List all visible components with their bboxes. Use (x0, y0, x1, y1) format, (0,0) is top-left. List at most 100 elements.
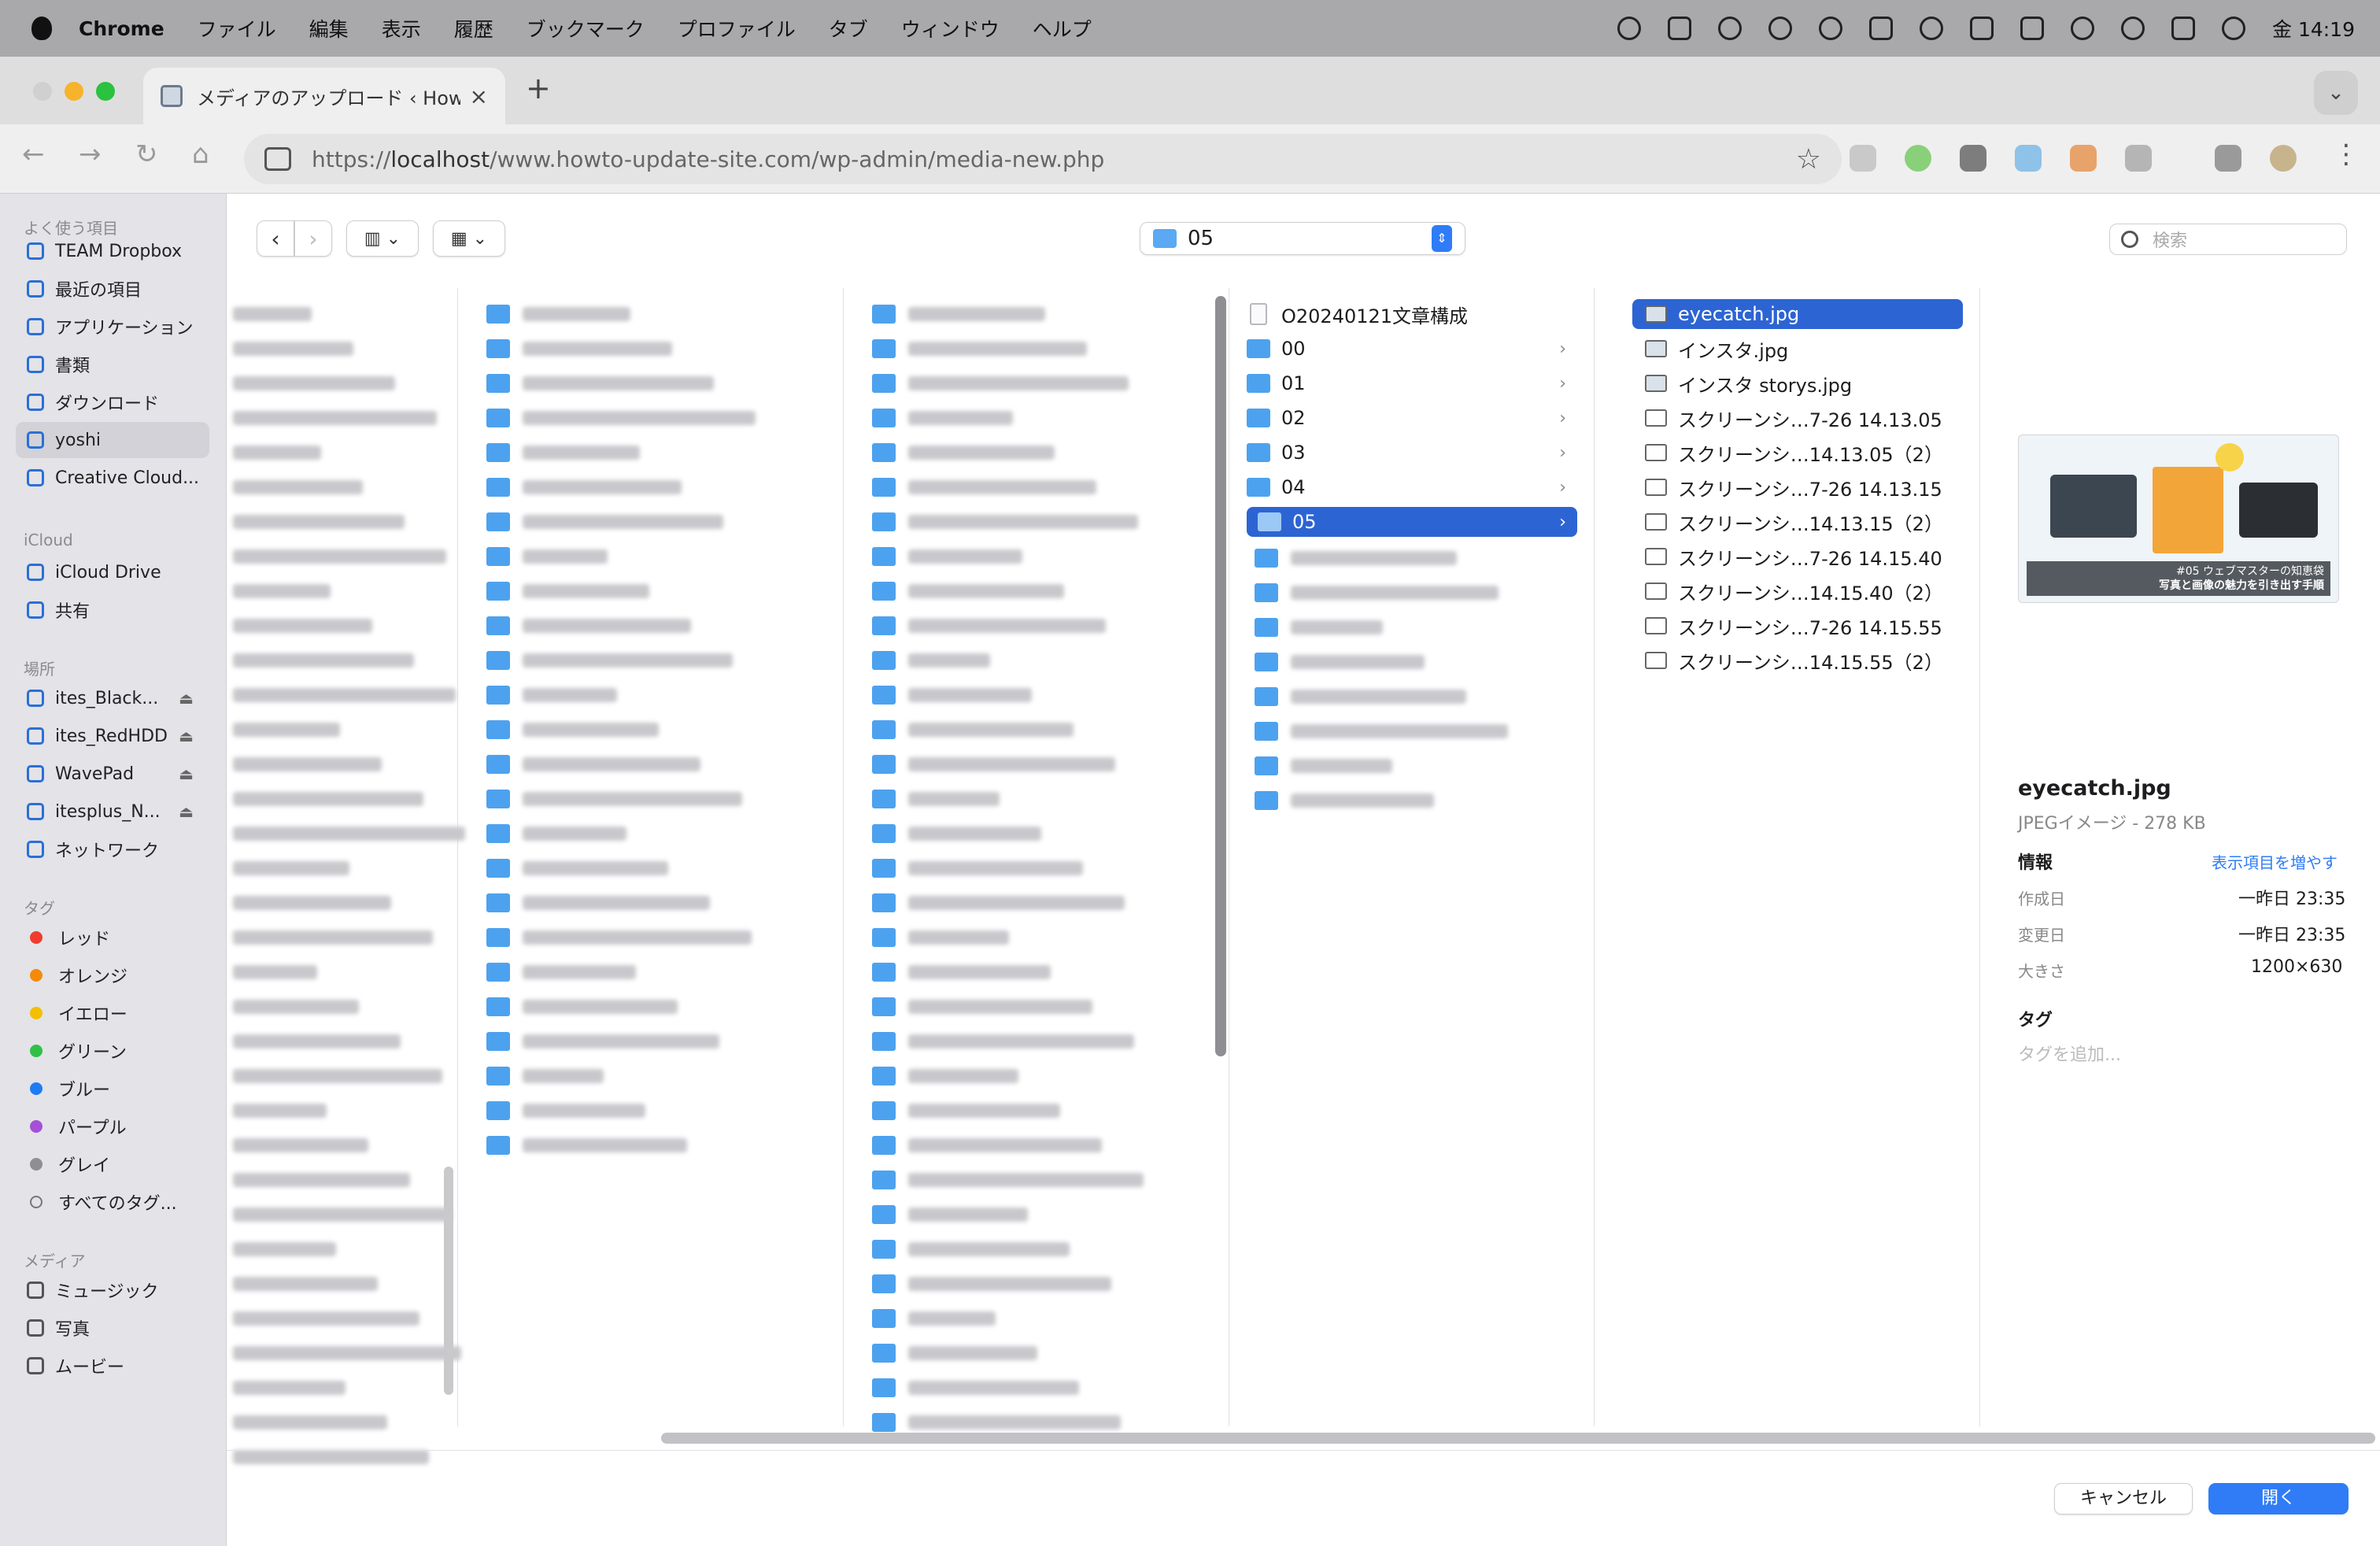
blurred-row[interactable] (486, 1061, 604, 1091)
blurred-row[interactable] (872, 1373, 1079, 1403)
sidebar-tag-yellow[interactable]: イエロー (16, 995, 209, 1031)
blurred-row[interactable] (233, 507, 405, 537)
blurred-row[interactable] (233, 1304, 419, 1333)
profile-avatar[interactable] (2270, 145, 2297, 172)
blurred-row[interactable] (486, 438, 640, 468)
blurred-row[interactable] (1255, 716, 1508, 746)
blurred-row[interactable] (486, 715, 659, 745)
blurred-row[interactable] (486, 853, 668, 883)
new-tab-button[interactable]: + (526, 71, 551, 105)
blurred-row[interactable] (486, 1026, 719, 1056)
cancel-button[interactable]: キャンセル (2054, 1483, 2193, 1515)
blurred-row[interactable] (872, 1096, 1060, 1126)
menu-tab[interactable]: タブ (829, 14, 868, 43)
sidebar-tag-all[interactable]: すべてのタグ... (16, 1184, 209, 1220)
blurred-row[interactable] (486, 923, 752, 952)
apple-menu-icon[interactable] (31, 17, 52, 40)
blurred-row[interactable] (872, 368, 1129, 398)
blurred-row[interactable] (872, 1165, 1144, 1195)
eject-icon[interactable]: ⏏ (179, 727, 194, 745)
menu-bookmarks[interactable]: ブックマーク (527, 14, 645, 43)
blurred-row[interactable] (872, 472, 1096, 502)
blurred-row[interactable] (233, 1373, 346, 1403)
blurred-row[interactable] (872, 334, 1087, 364)
sidebar-tag-purple[interactable]: パープル (16, 1108, 209, 1145)
blurred-row[interactable] (233, 923, 433, 952)
forward-arrow-icon[interactable]: → (79, 139, 102, 170)
column-view-button[interactable]: ▥ ⌄ (346, 220, 419, 257)
menu-profiles[interactable]: プロファイル (678, 14, 796, 43)
sidebar-item-movies[interactable]: ムービー (16, 1348, 209, 1384)
play-status-icon[interactable] (1768, 17, 1792, 40)
sidebar-item-applications[interactable]: アプリケーション (16, 309, 209, 345)
blurred-row[interactable] (233, 1096, 327, 1126)
menu-window[interactable]: ウィンドウ (901, 14, 1000, 43)
blurred-row[interactable] (233, 1338, 461, 1368)
battery-icon[interactable] (2020, 17, 2044, 40)
sidebar-item-network[interactable]: ネットワーク (16, 831, 209, 867)
bluetooth-icon[interactable] (1869, 17, 1893, 40)
blurred-row[interactable] (486, 645, 733, 675)
sidebar-item-documents[interactable]: 書類 (16, 346, 209, 383)
metamask-extension-icon[interactable] (2070, 145, 2097, 172)
show-more-link[interactable]: 表示項目を増やす (2212, 850, 2338, 873)
blurred-row[interactable] (486, 472, 682, 502)
sidebar-item-downloads[interactable]: ダウンロード (16, 384, 209, 420)
sidebar-tag-blue[interactable]: ブルー (16, 1071, 209, 1107)
blurred-row[interactable] (486, 611, 691, 641)
eject-icon[interactable]: ⏏ (179, 764, 194, 783)
back-arrow-icon[interactable]: ← (22, 139, 45, 170)
blurred-row[interactable] (872, 645, 990, 675)
blurred-row[interactable] (872, 611, 1106, 641)
sidebar-item-yoshi[interactable]: yoshi (16, 422, 209, 458)
eject-icon[interactable]: ⏏ (179, 689, 194, 708)
blurred-row[interactable] (233, 784, 423, 814)
blurred-row[interactable] (486, 888, 710, 918)
siri-icon[interactable] (2222, 17, 2245, 40)
blurred-row[interactable] (233, 611, 372, 641)
blurred-row[interactable] (233, 1130, 368, 1160)
blurred-row[interactable] (872, 507, 1138, 537)
blurred-row[interactable] (1255, 612, 1383, 642)
blurred-row[interactable] (872, 957, 1051, 987)
column-1-scrollbar[interactable] (444, 1167, 453, 1395)
blurred-row[interactable] (486, 299, 630, 329)
reload-icon[interactable]: ↻ (135, 139, 158, 170)
menu-file[interactable]: ファイル (198, 14, 276, 43)
blurred-row[interactable] (1255, 682, 1466, 712)
blurred-row[interactable] (233, 403, 437, 433)
blurred-row[interactable] (233, 680, 456, 710)
blurred-row[interactable] (872, 749, 1115, 779)
menu-app-name[interactable]: Chrome (79, 17, 164, 40)
blurred-row[interactable] (872, 438, 1055, 468)
site-info-icon[interactable] (264, 147, 291, 171)
blurred-row[interactable] (872, 576, 1064, 606)
blurred-row[interactable] (486, 334, 672, 364)
menubar-clock[interactable]: 金 14:19 (2272, 14, 2355, 43)
bookmark-star-icon[interactable]: ☆ (1796, 143, 1821, 176)
sidebar-tag-green[interactable]: グリーン (16, 1033, 209, 1069)
blurred-row[interactable] (233, 749, 382, 779)
sidebar-item-photos[interactable]: 写真 (16, 1310, 209, 1346)
sync-status-icon[interactable] (1718, 17, 1742, 40)
blurred-row[interactable] (233, 542, 446, 571)
time-machine-icon[interactable] (1819, 17, 1842, 40)
sidebar-item-ites-redhdd[interactable]: ites_RedHDD ⏏ (16, 718, 209, 754)
blurred-row[interactable] (872, 1026, 1134, 1056)
blurred-row[interactable] (486, 992, 678, 1022)
sidebar-item-wavepad[interactable]: WavePad ⏏ (16, 756, 209, 792)
blurred-row[interactable] (872, 299, 1045, 329)
blurred-row[interactable] (872, 1234, 1070, 1264)
sidebar-item-ites-black[interactable]: ites_Black... ⏏ (16, 680, 209, 716)
blurred-row[interactable] (1255, 751, 1392, 781)
blurred-row[interactable] (233, 576, 331, 606)
blurred-row[interactable] (486, 368, 714, 398)
blurred-row[interactable] (486, 819, 626, 849)
minimize-window-button[interactable] (65, 82, 83, 101)
blurred-row[interactable] (233, 1269, 378, 1299)
menu-view[interactable]: 表示 (382, 14, 421, 43)
extension-1-icon[interactable] (1850, 145, 1876, 172)
menu-history[interactable]: 履歴 (454, 14, 493, 43)
blurred-row[interactable] (233, 819, 465, 849)
blurred-row[interactable] (872, 853, 1083, 883)
